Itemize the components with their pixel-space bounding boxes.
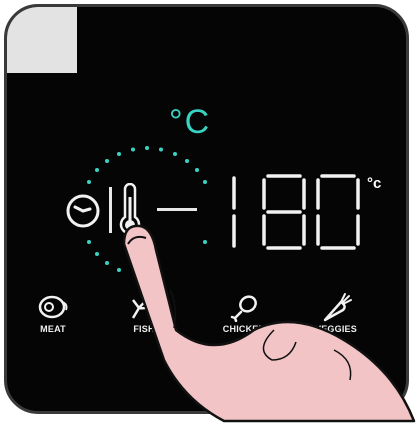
steak-icon (38, 295, 68, 319)
unit-small-label: °c (367, 175, 382, 192)
clock-icon[interactable] (62, 190, 104, 232)
preset-meat-label: MEAT (40, 324, 66, 334)
panel-glare-corner (7, 7, 77, 73)
temperature-value: 180 (222, 172, 224, 173)
pointing-hand-illustration (122, 224, 416, 423)
unit-indicator: °C (169, 103, 212, 141)
preset-meat-button[interactable]: MEAT (13, 292, 93, 334)
